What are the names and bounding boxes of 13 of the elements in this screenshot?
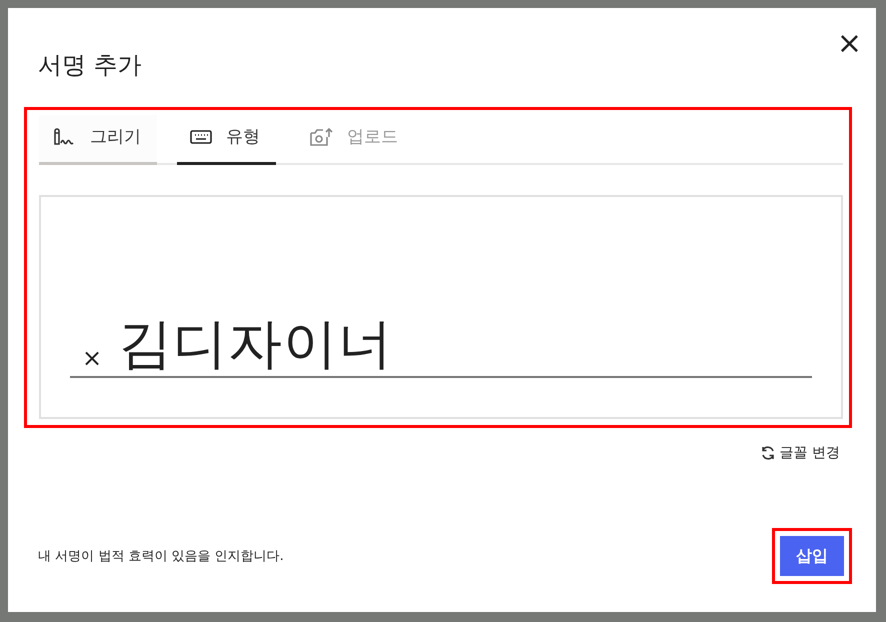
insert-button[interactable]: 삽입 xyxy=(780,536,844,576)
tab[interactable]: 유형 xyxy=(177,115,276,165)
pen-icon xyxy=(52,126,76,146)
refresh-icon xyxy=(760,445,776,461)
consent-text: 내 서명이 법적 효력이 있음을 인지합니다. xyxy=(38,548,284,565)
keyboard-icon xyxy=(190,130,212,144)
close-button[interactable]: × xyxy=(836,29,862,59)
clear-button[interactable]: × xyxy=(82,344,102,376)
signature-text: 김디자이너 xyxy=(118,312,394,376)
change-font-button[interactable]: 글꼴 변경 xyxy=(760,438,840,468)
signature-field[interactable]: × 김디자이너 xyxy=(70,312,812,378)
camera-icon xyxy=(309,126,333,146)
dialog-title: 서명 추가 xyxy=(38,50,142,81)
